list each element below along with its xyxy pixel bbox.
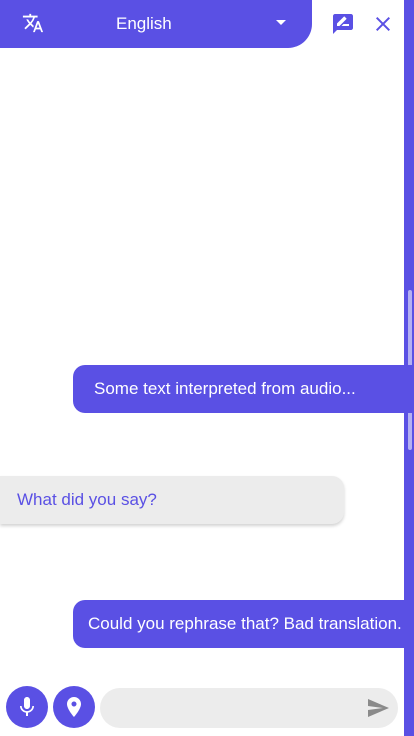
outgoing-message: Could you rephrase that? Bad translation…: [73, 600, 414, 648]
selected-language-label: English: [116, 14, 172, 33]
location-button[interactable]: [53, 686, 95, 728]
translate-icon: [22, 13, 44, 33]
location-pin-icon: [67, 697, 81, 717]
send-icon[interactable]: [366, 696, 390, 720]
incoming-message: What did you say?: [0, 476, 344, 524]
message-input[interactable]: [100, 688, 398, 728]
language-selector[interactable]: English: [0, 0, 312, 48]
chat-screen: English Some text interpreted from audio…: [0, 0, 414, 736]
close-icon[interactable]: [371, 12, 395, 36]
microphone-icon: [20, 697, 34, 716]
rate-review-icon[interactable]: [331, 12, 355, 36]
outgoing-message: Some text interpreted from audio...: [73, 365, 414, 413]
mic-button[interactable]: [6, 686, 48, 728]
caret-down-icon: [276, 20, 286, 25]
